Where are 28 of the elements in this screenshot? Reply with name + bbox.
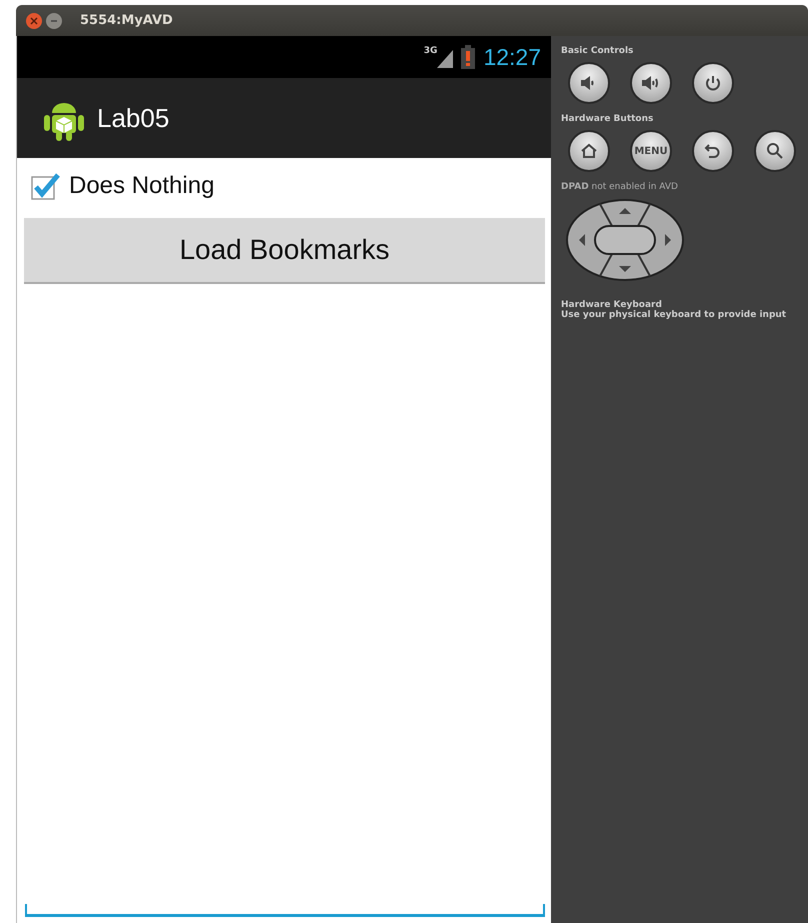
power-icon (703, 73, 723, 93)
battery-icon (461, 45, 476, 69)
menu-button[interactable]: MENU (630, 130, 672, 172)
dpad-note: DPAD not enabled in AVD (561, 182, 679, 192)
input-field[interactable] (25, 904, 545, 917)
volume-down-button[interactable] (568, 62, 610, 104)
power-button[interactable] (692, 62, 734, 104)
minimize-button[interactable] (46, 12, 62, 28)
close-button[interactable] (26, 12, 42, 28)
search-icon (765, 141, 785, 161)
section-heading: Hardware Keyboard (561, 300, 663, 310)
section-heading: Basic Controls (561, 46, 634, 56)
section-heading: Hardware Buttons (561, 114, 654, 124)
home-icon (579, 141, 599, 161)
load-bookmarks-button[interactable]: Load Bookmarks (24, 218, 545, 284)
volume-up-button[interactable] (630, 62, 672, 104)
clock-time: 12:27 (483, 44, 541, 70)
keyboard-note: Use your physical keyboard to provide input (561, 310, 788, 320)
window-title: 5554:MyAVD (80, 13, 173, 28)
app-title: Lab05 (97, 102, 170, 134)
search-button[interactable] (754, 130, 796, 172)
checkbox-label: Does Nothing (69, 172, 214, 200)
network-label: 3G (424, 46, 438, 56)
close-icon (30, 16, 38, 24)
back-button[interactable] (692, 130, 734, 172)
checkbox[interactable] (31, 172, 61, 200)
volume-up-icon (641, 73, 661, 93)
home-button[interactable] (568, 130, 610, 172)
